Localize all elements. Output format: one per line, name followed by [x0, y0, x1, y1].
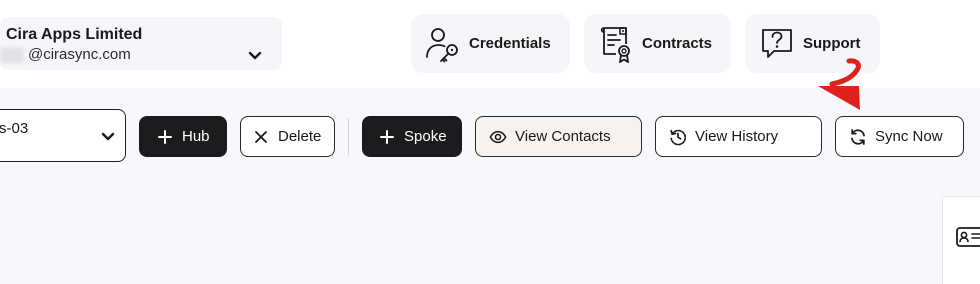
close-icon — [255, 130, 267, 143]
delete-button-label: Delete — [278, 128, 322, 145]
question-icon — [762, 28, 792, 58]
chevron-down-icon — [101, 132, 115, 141]
redacted-email-prefix — [0, 47, 24, 63]
hub-select[interactable]: s-03 — [0, 109, 126, 162]
side-panel — [942, 196, 980, 284]
account-email: @cirasync.com — [28, 46, 131, 63]
account-switcher[interactable]: Cira Apps Limited @cirasync.com — [0, 17, 282, 70]
plus-icon — [158, 129, 172, 144]
credentials-label: Credentials — [469, 35, 551, 52]
support-label: Support — [803, 35, 861, 52]
toolbar-divider — [348, 118, 349, 155]
history-icon — [670, 129, 687, 145]
plus-icon — [380, 129, 394, 144]
eye-icon — [489, 130, 507, 143]
contracts-label: Contracts — [642, 35, 713, 52]
view-contacts-button[interactable]: View Contacts — [475, 116, 642, 157]
certificate-icon — [600, 26, 630, 63]
user-key-icon — [426, 27, 458, 62]
view-history-button[interactable]: View History — [655, 116, 822, 157]
add-hub-button[interactable]: Hub — [139, 116, 227, 157]
contracts-button[interactable]: Contracts — [584, 14, 731, 73]
contact-card-icon[interactable] — [955, 225, 980, 249]
company-name: Cira Apps Limited — [6, 26, 143, 43]
view-history-label: View History — [695, 128, 779, 145]
hub-select-value: s-03 — [0, 120, 29, 137]
spoke-button-label: Spoke — [404, 128, 447, 145]
sync-now-button[interactable]: Sync Now — [835, 116, 964, 157]
credentials-button[interactable]: Credentials — [411, 14, 570, 73]
chevron-down-icon — [248, 51, 262, 60]
hub-button-label: Hub — [182, 128, 210, 145]
delete-button[interactable]: Delete — [240, 116, 335, 157]
refresh-icon — [851, 128, 865, 145]
sync-now-label: Sync Now — [875, 128, 943, 145]
add-spoke-button[interactable]: Spoke — [362, 116, 462, 157]
view-contacts-label: View Contacts — [515, 128, 611, 145]
annotation-arrow-icon — [818, 58, 861, 110]
